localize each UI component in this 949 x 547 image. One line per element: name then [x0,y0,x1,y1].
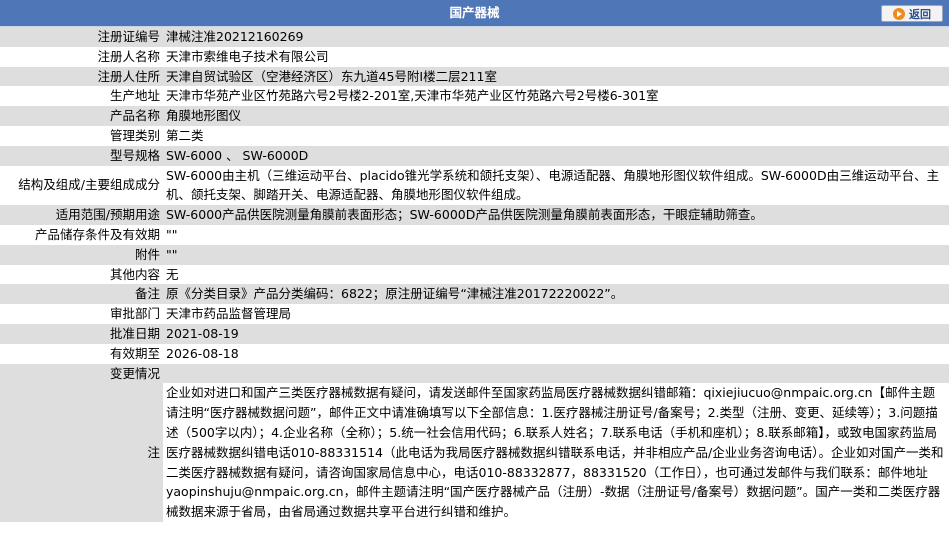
field-label: 注册人名称 [0,46,163,67]
field-label: 备注 [0,284,163,305]
table-row: 产品储存条件及有效期 "" [0,224,949,245]
field-value: "" [163,224,949,245]
note-row: 注 企业如对进口和国产三类医疗器械数据有疑问，请发送邮件至国家药监局医疗器械数据… [0,383,949,522]
field-label: 附件 [0,244,163,265]
field-value: 无 [163,264,949,285]
table-row: 适用范围/预期用途 SW-6000产品供医院测量角膜前表面形态；SW-6000D… [0,205,949,225]
field-value: 天津市华苑产业区竹苑路六号2号楼2-201室,天津市华苑产业区竹苑路六号2号楼6… [163,86,949,107]
field-value: 第二类 [163,125,949,146]
field-value: 天津自贸试验区（空港经济区）东九道45号附Ⅰ楼二层211室 [163,66,949,87]
field-value: 天津市药品监督管理局 [163,304,949,324]
field-value: 角膜地形图仪 [163,106,949,126]
field-value: 天津市索维电子技术有限公司 [163,46,949,67]
field-value [163,363,949,384]
field-value: 2026-08-18 [163,343,949,364]
table-row: 注册人住所 天津自贸试验区（空港经济区）东九道45号附Ⅰ楼二层211室 [0,66,949,87]
field-label: 生产地址 [0,86,163,107]
table-row: 生产地址 天津市华苑产业区竹苑路六号2号楼2-201室,天津市华苑产业区竹苑路六… [0,86,949,107]
note-label: 注 [0,383,163,522]
table-row: 型号规格 SW-6000 、 SW-6000D [0,145,949,166]
table-row: 审批部门 天津市药品监督管理局 [0,304,949,324]
field-value: SW-6000产品供医院测量角膜前表面形态；SW-6000D产品供医院测量角膜前… [163,205,949,225]
field-label: 批准日期 [0,323,163,344]
field-label: 注册证编号 [0,27,163,47]
table-row: 管理类别 第二类 [0,125,949,146]
table-row: 注册证编号 津械注准20212160269 [0,27,949,47]
table-row: 产品名称 角膜地形图仪 [0,106,949,126]
field-label: 变更情况 [0,363,163,384]
page-header: 国产器械 返回 [0,0,949,27]
table-row: 注册人名称 天津市索维电子技术有限公司 [0,46,949,67]
field-label: 产品储存条件及有效期 [0,224,163,245]
table-row: 有效期至 2026-08-18 [0,343,949,364]
note-text: 企业如对进口和国产三类医疗器械数据有疑问，请发送邮件至国家药监局医疗器械数据纠错… [163,383,949,522]
field-label: 结构及组成/主要组成成分 [0,165,163,206]
field-value: "" [163,244,949,265]
field-label: 管理类别 [0,125,163,146]
field-label: 有效期至 [0,343,163,364]
field-value: 原《分类目录》产品分类编码：6822；原注册证编号“津械注准2017222002… [163,284,949,305]
field-label: 审批部门 [0,304,163,324]
field-value: SW-6000 、 SW-6000D [163,145,949,166]
field-value: 2021-08-19 [163,323,949,344]
table-row: 结构及组成/主要组成成分 SW-6000由主机（三维运动平台、placido锥光… [0,165,949,206]
table-row: 批准日期 2021-08-19 [0,323,949,344]
field-value: SW-6000由主机（三维运动平台、placido锥光学系统和颌托支架）、电源适… [163,165,949,206]
table-row: 附件 "" [0,244,949,265]
field-label: 产品名称 [0,106,163,126]
field-label: 型号规格 [0,145,163,166]
field-label: 注册人住所 [0,66,163,87]
back-arrow-icon [893,7,905,20]
detail-table: 注册证编号 津械注准20212160269 注册人名称 天津市索维电子技术有限公… [0,27,949,522]
table-row: 变更情况 [0,363,949,384]
field-value: 津械注准20212160269 [163,27,949,47]
table-row: 其他内容 无 [0,264,949,285]
field-label: 适用范围/预期用途 [0,205,163,225]
page-title: 国产器械 [449,5,500,20]
field-label: 其他内容 [0,264,163,285]
back-button[interactable]: 返回 [881,5,943,22]
back-button-label: 返回 [909,7,931,21]
table-row: 备注 原《分类目录》产品分类编码：6822；原注册证编号“津械注准2017222… [0,284,949,305]
